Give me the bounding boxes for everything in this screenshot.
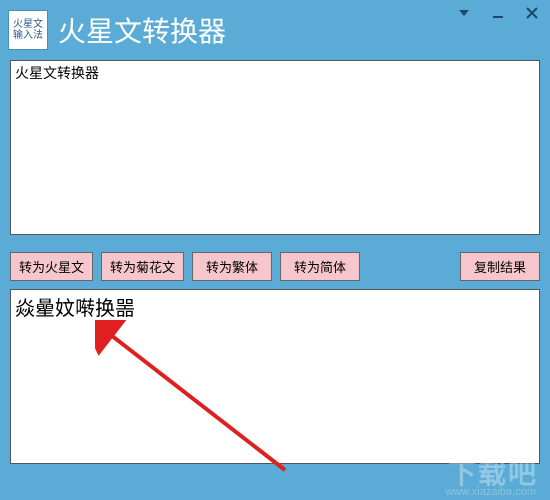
- convert-chrysanthemum-button[interactable]: 转为菊花文: [101, 252, 184, 281]
- input-textarea[interactable]: [10, 60, 540, 235]
- copy-result-button[interactable]: 复制结果: [460, 252, 540, 281]
- app-icon-text2: 输入法: [13, 30, 43, 41]
- window-controls: [452, 4, 544, 22]
- dropdown-icon[interactable]: [452, 4, 476, 22]
- convert-martian-button[interactable]: 转为火星文: [10, 252, 93, 281]
- close-button[interactable]: [520, 4, 544, 22]
- content-area: 转为火星文 转为菊花文 转为繁体 转为简体 复制结果: [0, 60, 550, 479]
- app-title: 火星文转换器: [58, 10, 226, 50]
- titlebar: 火星文 输入法 火星文转换器: [0, 0, 550, 60]
- app-icon: 火星文 输入法: [8, 10, 48, 50]
- minimize-button[interactable]: [486, 4, 510, 22]
- toolbar: 转为火星文 转为菊花文 转为繁体 转为简体 复制结果: [10, 252, 540, 281]
- convert-traditional-button[interactable]: 转为繁体: [192, 252, 272, 281]
- convert-simplified-button[interactable]: 转为简体: [280, 252, 360, 281]
- watermark-url: www.xiazaiba.com: [446, 486, 536, 498]
- app-icon-text1: 火星文: [13, 19, 43, 30]
- output-textarea[interactable]: [10, 289, 540, 464]
